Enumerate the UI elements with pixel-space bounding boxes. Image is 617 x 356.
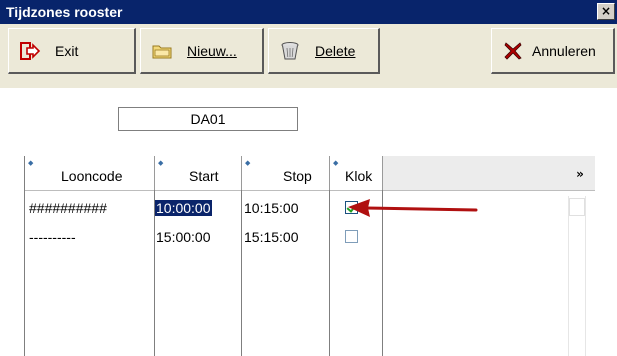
annuleren-button[interactable]: Annuleren xyxy=(491,28,615,74)
delete-label: Delete xyxy=(315,42,356,59)
stop-cell[interactable]: 10:15:00 xyxy=(244,197,299,219)
table-row[interactable]: ########## 10:00:00 10:15:00 xyxy=(25,197,565,219)
start-value: 15:00:00 xyxy=(156,229,211,245)
grid-header: ◆ Looncode ◆ Start ◆ Stop ◆ Klok » xyxy=(25,156,595,191)
looncode-cell[interactable]: ########## xyxy=(29,197,107,219)
sort-icon: ◆ xyxy=(158,159,164,167)
annuleren-label: Annuleren xyxy=(532,42,596,59)
column-header-label: Stop xyxy=(283,168,312,184)
code-field[interactable]: DA01 xyxy=(118,107,298,131)
sort-icon: ◆ xyxy=(333,159,339,167)
sort-icon: ◆ xyxy=(28,159,34,167)
column-header-looncode[interactable]: ◆ Looncode xyxy=(25,156,155,190)
column-header-klok[interactable]: ◆ Klok xyxy=(330,156,383,190)
column-header-label: Klok xyxy=(345,168,373,184)
scrollbar-thumb[interactable] xyxy=(569,198,585,216)
column-header-stop[interactable]: ◆ Stop xyxy=(242,156,330,190)
start-value: 10:00:00 xyxy=(155,200,212,216)
start-cell[interactable]: 15:00:00 xyxy=(155,226,212,248)
nieuw-label: Nieuw... xyxy=(187,42,237,59)
toolbar: Exit Nieuw... Delete Annuleren xyxy=(0,24,617,88)
trash-icon xyxy=(279,40,301,62)
annotation-arrow-icon xyxy=(348,199,478,217)
schedule-grid: ◆ Looncode ◆ Start ◆ Stop ◆ Klok » #####… xyxy=(24,156,595,356)
column-header-label: Start xyxy=(189,168,219,184)
more-columns-button[interactable]: » xyxy=(565,156,595,190)
exit-label: Exit xyxy=(55,42,79,59)
window-title: Tijdzones rooster xyxy=(6,4,123,20)
exit-icon xyxy=(19,40,41,62)
exit-button[interactable]: Exit xyxy=(8,28,136,74)
vertical-scrollbar[interactable] xyxy=(568,196,586,356)
stop-cell[interactable]: 15:15:00 xyxy=(244,226,299,248)
delete-button[interactable]: Delete xyxy=(268,28,380,74)
start-cell[interactable]: 10:00:00 xyxy=(155,197,212,219)
cancel-x-icon xyxy=(502,40,524,62)
looncode-cell[interactable]: ---------- xyxy=(29,226,76,248)
klok-cell[interactable] xyxy=(345,226,358,248)
klok-checkbox[interactable] xyxy=(345,230,358,243)
column-header-label: Looncode xyxy=(61,168,123,184)
sort-icon: ◆ xyxy=(245,159,251,167)
title-bar: Tijdzones rooster × xyxy=(0,0,617,24)
nieuw-button[interactable]: Nieuw... xyxy=(140,28,264,74)
folder-icon xyxy=(151,40,173,62)
close-button[interactable]: × xyxy=(597,3,615,20)
column-header-start[interactable]: ◆ Start xyxy=(155,156,242,190)
table-row[interactable]: ---------- 15:00:00 15:15:00 xyxy=(25,226,565,248)
